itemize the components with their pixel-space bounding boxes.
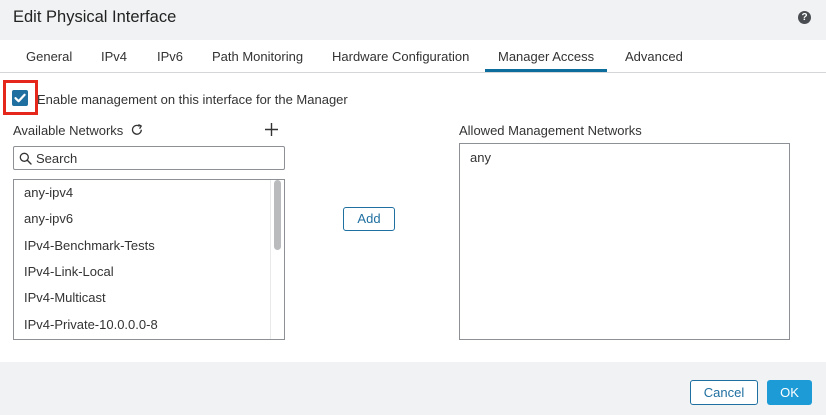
tab-bar: General IPv4 IPv6 Path Monitoring Hardwa… [0, 40, 826, 73]
tab-ipv4[interactable]: IPv4 [101, 49, 127, 64]
enable-management-label: Enable management on this interface for … [37, 92, 348, 107]
available-networks-list: any-ipv4 any-ipv6 IPv4-Benchmark-Tests I… [13, 179, 285, 340]
tab-manager-access[interactable]: Manager Access [498, 49, 594, 64]
available-networks-label: Available Networks [13, 123, 124, 138]
tab-ipv6[interactable]: IPv6 [157, 49, 183, 64]
allowed-networks-list: any [459, 143, 790, 340]
list-item[interactable]: any-ipv6 [24, 211, 73, 226]
tab-hardware-configuration[interactable]: Hardware Configuration [332, 49, 469, 64]
list-item[interactable]: IPv4-Benchmark-Tests [24, 238, 155, 253]
tab-path-monitoring[interactable]: Path Monitoring [212, 49, 303, 64]
ok-button[interactable]: OK [767, 380, 812, 405]
dialog-title: Edit Physical Interface [13, 8, 177, 26]
search-box [13, 146, 285, 170]
dialog-header: Edit Physical Interface ? [0, 0, 826, 40]
dialog-body: General IPv4 IPv6 Path Monitoring Hardwa… [0, 40, 826, 362]
add-button[interactable]: Add [343, 207, 395, 231]
active-tab-indicator [485, 69, 607, 72]
search-icon [19, 152, 32, 165]
list-item[interactable]: IPv4-Private-10.0.0.0-8 [24, 317, 158, 332]
search-input[interactable] [36, 150, 276, 166]
scrollbar[interactable] [270, 180, 284, 339]
list-item[interactable]: any-ipv4 [24, 185, 73, 200]
question-circle-icon[interactable]: ? [798, 11, 811, 24]
tab-advanced[interactable]: Advanced [625, 49, 683, 64]
dialog-footer: Cancel OK [0, 362, 826, 415]
refresh-icon[interactable] [130, 123, 144, 137]
list-item[interactable]: IPv4-Link-Local [24, 264, 114, 279]
checkmark-icon [14, 93, 26, 103]
cancel-button[interactable]: Cancel [690, 380, 758, 405]
list-item[interactable]: IPv4-Multicast [24, 290, 106, 305]
allowed-networks-label: Allowed Management Networks [459, 123, 642, 138]
enable-management-checkbox[interactable] [12, 90, 28, 106]
scrollbar-thumb[interactable] [274, 180, 281, 250]
plus-icon[interactable] [264, 122, 279, 137]
list-item[interactable]: any [470, 150, 491, 165]
tab-general[interactable]: General [26, 49, 72, 64]
